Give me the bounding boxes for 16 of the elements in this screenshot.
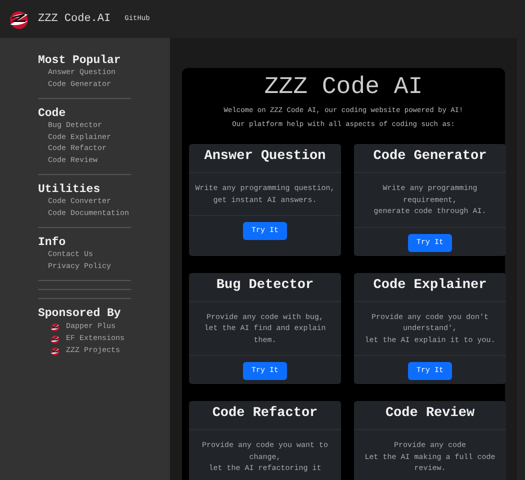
logo-icon xyxy=(50,346,60,356)
card-title: Code Explainer xyxy=(354,272,506,302)
section-title: Most Popular xyxy=(38,54,122,67)
card-title: Bug Detector xyxy=(189,272,341,302)
logo-icon xyxy=(50,322,60,332)
section-title: Code xyxy=(38,107,67,120)
section-title: Utilities xyxy=(38,183,102,196)
card-title: Code Generator xyxy=(354,144,506,173)
logo-icon xyxy=(50,334,60,344)
card-title: Answer Question xyxy=(189,144,341,173)
section-title: Info xyxy=(38,236,67,249)
card-title: Code Refactor xyxy=(189,401,341,430)
card-title: Code Review xyxy=(354,401,506,430)
brand-link[interactable]: ZZZ Code.AI xyxy=(38,13,111,25)
page-title: ZZZ Code AI xyxy=(263,74,424,101)
section-title: Sponsored By xyxy=(38,307,122,320)
